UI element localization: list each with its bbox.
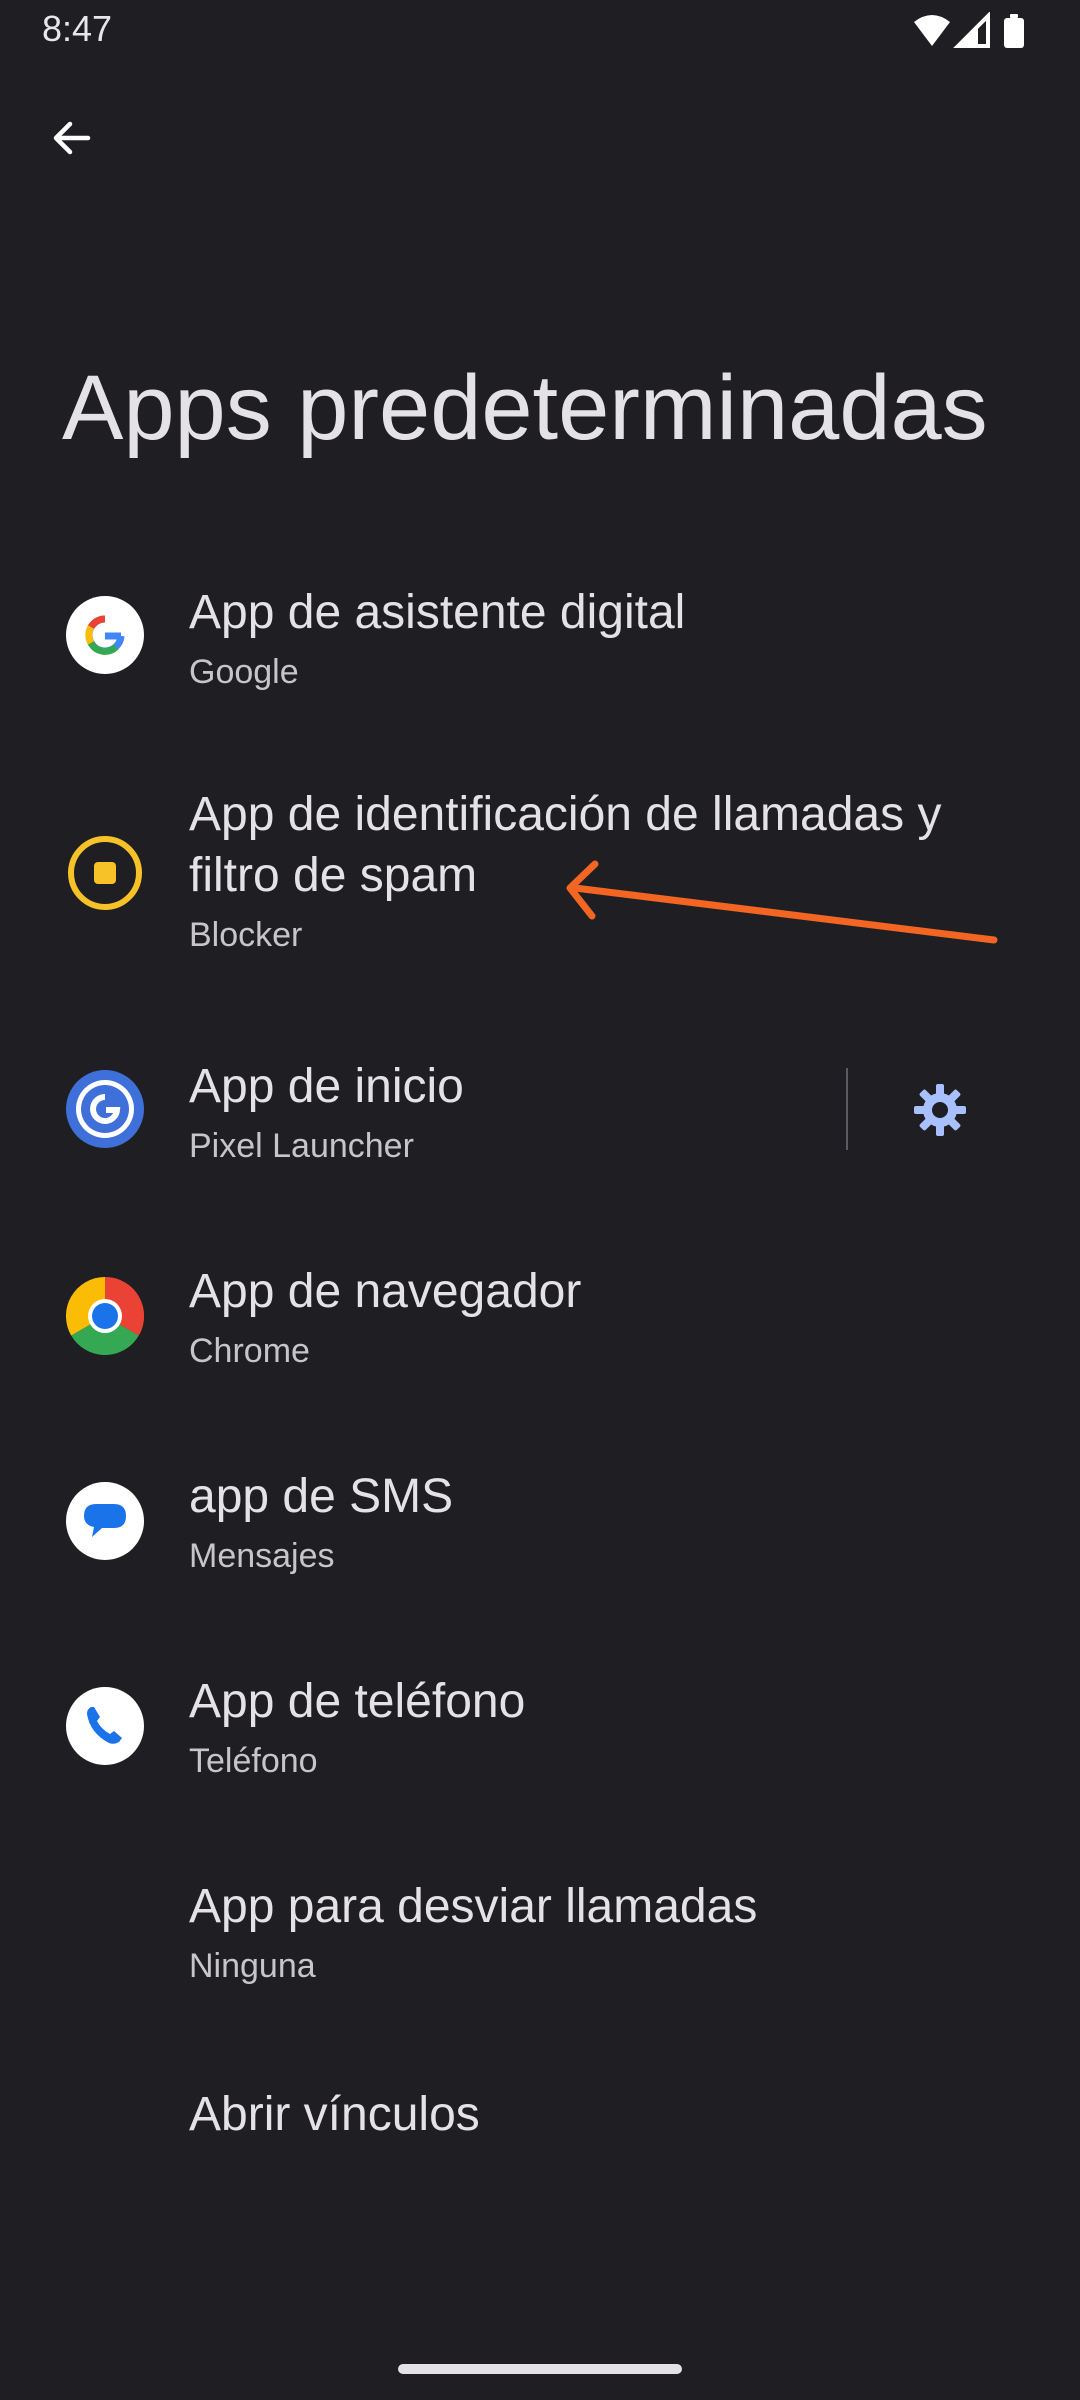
signal-icon xyxy=(953,12,990,48)
gesture-nav-handle[interactable] xyxy=(398,2364,682,2374)
blocker-icon xyxy=(68,836,142,910)
settings-item-caller-id-spam[interactable]: App de identificación de llamadas y filt… xyxy=(0,770,1080,970)
settings-item-open-links[interactable]: Abrir vínculos xyxy=(0,2070,1080,2180)
item-subtitle: Mensajes xyxy=(189,1537,335,1575)
item-title: App de asistente digital xyxy=(189,586,686,639)
item-title: App de navegador xyxy=(189,1265,582,1318)
item-title: app de SMS xyxy=(189,1470,454,1523)
item-subtitle: Google xyxy=(189,653,299,691)
item-subtitle: Pixel Launcher xyxy=(189,1127,414,1165)
settings-item-home-app[interactable]: App de inicio Pixel Launcher xyxy=(0,1040,820,1190)
settings-item-digital-assistant[interactable]: App de asistente digital Google xyxy=(0,560,1080,710)
wifi-icon xyxy=(914,15,950,46)
item-title: App de identificación de llamadas y filt… xyxy=(189,788,942,902)
settings-item-call-redirection[interactable]: App para desviar llamadas Ninguna xyxy=(0,1860,1080,2010)
item-title: App de inicio xyxy=(189,1060,464,1113)
status-icons xyxy=(914,12,1024,48)
battery-icon xyxy=(1004,14,1024,48)
item-title: Abrir vínculos xyxy=(189,2088,480,2141)
item-subtitle: Teléfono xyxy=(189,1742,318,1780)
google-icon xyxy=(66,596,144,674)
item-subtitle: Blocker xyxy=(189,916,303,954)
status-time: 8:47 xyxy=(42,8,113,49)
gear-icon xyxy=(914,1084,966,1136)
status-bar: 8:47 xyxy=(0,0,1080,62)
settings-item-browser[interactable]: App de navegador Chrome xyxy=(0,1245,1080,1395)
item-subtitle: Ninguna xyxy=(189,1947,316,1985)
phone-icon xyxy=(66,1687,144,1765)
chrome-icon xyxy=(66,1277,144,1355)
home-app-settings-button[interactable] xyxy=(900,1070,980,1150)
settings-item-sms[interactable]: app de SMS Mensajes xyxy=(0,1450,1080,1600)
item-title: App para desviar llamadas xyxy=(189,1880,758,1933)
arrow-left-icon xyxy=(53,121,91,155)
vertical-divider xyxy=(846,1068,848,1150)
item-title: App de teléfono xyxy=(189,1675,526,1728)
page-title: Apps predeterminadas xyxy=(62,357,988,459)
messages-icon xyxy=(66,1482,144,1560)
back-button[interactable] xyxy=(34,100,110,176)
pixel-launcher-icon xyxy=(66,1070,144,1148)
item-subtitle: Chrome xyxy=(189,1332,310,1370)
settings-item-phone[interactable]: App de teléfono Teléfono xyxy=(0,1655,1080,1805)
